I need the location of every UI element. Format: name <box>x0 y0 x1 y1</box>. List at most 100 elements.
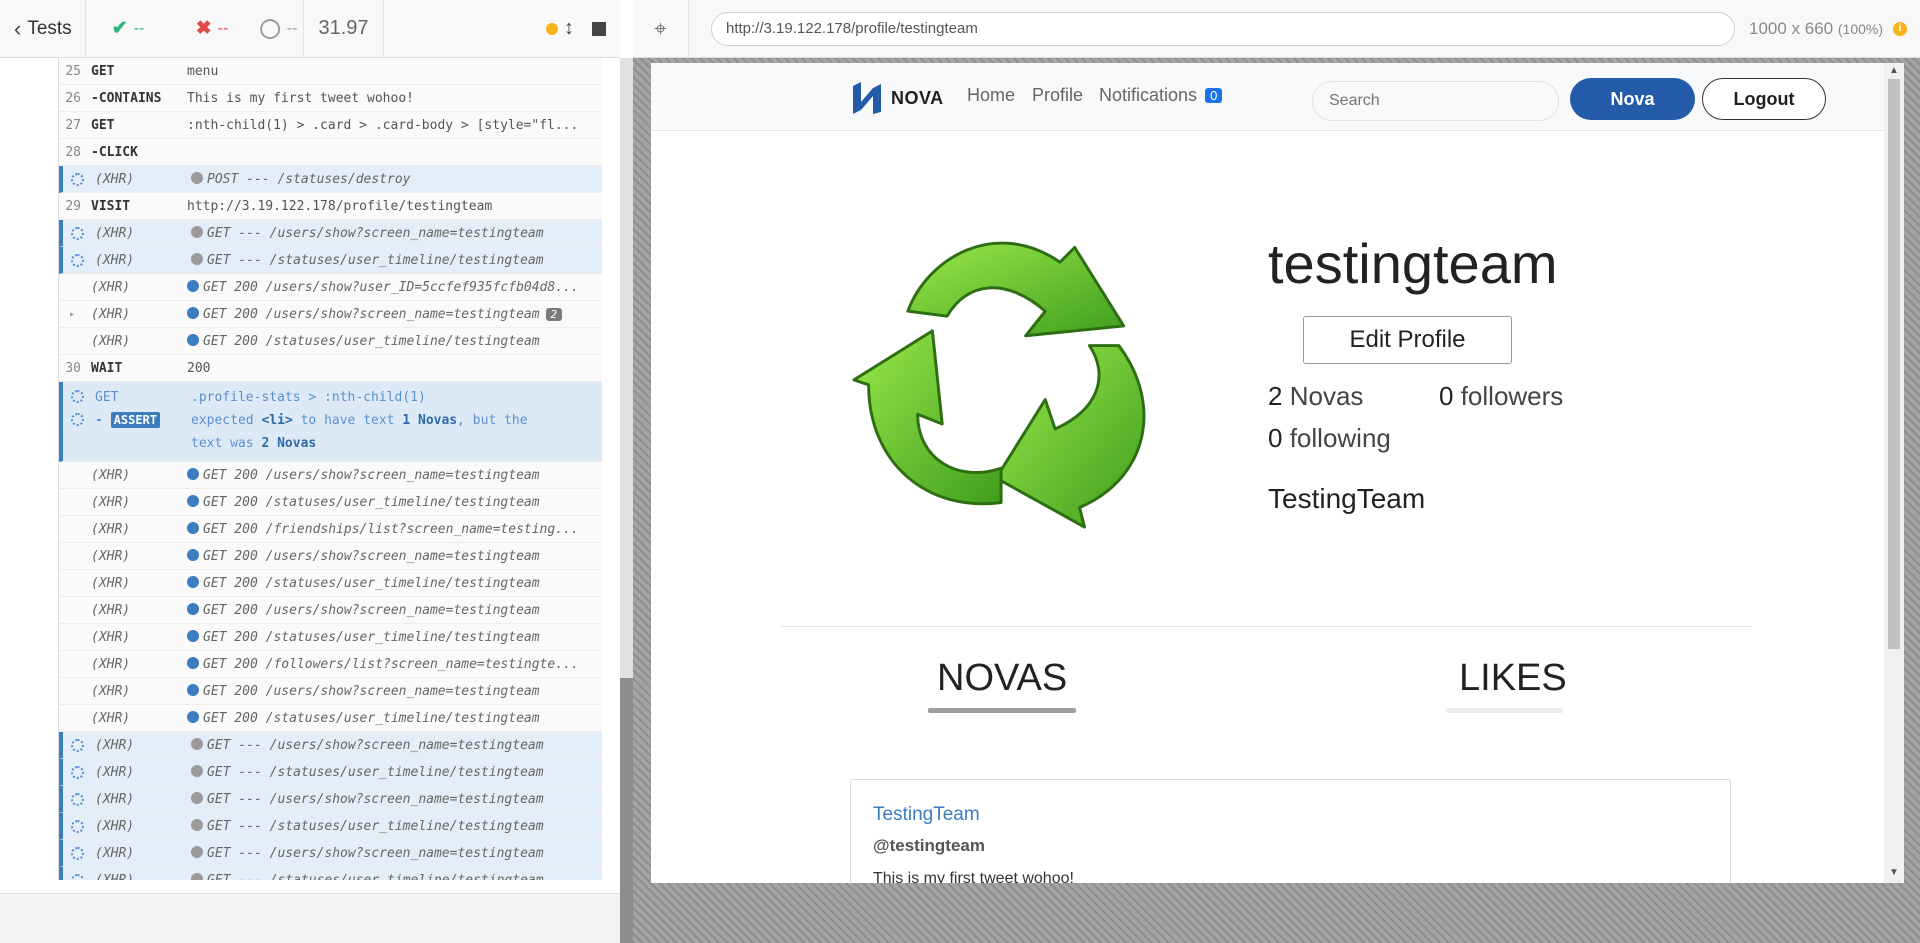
edit-profile-button[interactable]: Edit Profile <box>1303 316 1512 364</box>
command-message-text: GET 200 /statuses/user_timeline/testingt… <box>203 575 540 591</box>
xhr-status-dot-icon <box>187 306 199 319</box>
command-message-text: GET --- /users/show?screen_name=testingt… <box>207 791 544 807</box>
command-message: GET 200 /statuses/user_timeline/testingt… <box>187 333 602 349</box>
command-message-text: GET --- /statuses/user_timeline/testingt… <box>207 252 544 268</box>
command-name: (XHR) <box>91 333 131 349</box>
command-row[interactable]: (XHR) GET 200 /users/show?user_ID=5ccfef9… <box>59 274 602 301</box>
command-message: GET 200 /users/show?screen_name=testingt… <box>187 467 602 483</box>
autoscroll-icon[interactable]: ↕ <box>564 17 574 40</box>
command-row[interactable]: (XHR) GET 200 /users/show?screen_name=tes… <box>59 678 602 705</box>
command-row[interactable]: ▸ (XHR) GET 200 /users/show?screen_name=te… <box>59 301 602 328</box>
tests-button[interactable]: ‹ Tests <box>0 0 86 58</box>
assert-get-name: GET <box>95 390 119 405</box>
command-message-text: GET 200 /users/show?screen_name=testingt… <box>203 306 540 322</box>
xhr-status-dot-icon <box>187 629 199 642</box>
command-row[interactable]: (XHR) GET 200 /users/show?screen_name=tes… <box>59 597 602 624</box>
logout-button[interactable]: Logout <box>1702 78 1826 120</box>
xhr-status-dot-icon <box>187 333 199 346</box>
panel-splitter[interactable] <box>620 58 633 943</box>
command-message-text: :nth-child(1) > .card > .card-body > [st… <box>187 117 579 133</box>
assert-msg-part: text was <box>191 436 254 451</box>
command-name: (XHR) <box>95 791 135 807</box>
followers-label: followers <box>1460 381 1564 411</box>
nav-profile-link[interactable]: Profile <box>1032 85 1083 106</box>
stat-following[interactable]: 0 following <box>1268 423 1391 454</box>
command-row[interactable]: 25 GET menu <box>59 58 602 85</box>
command-name: (XHR) <box>91 548 131 564</box>
command-row[interactable]: (XHR) GET 200 /statuses/user_timeline/tes… <box>59 624 602 651</box>
assert-msg-part: expected <box>191 413 254 428</box>
pending-spinner-icon <box>63 819 91 833</box>
selector-playground-crosshair-icon[interactable]: ⌖ <box>633 0 689 58</box>
command-message-text: GET 200 /users/show?screen_name=testingt… <box>203 602 540 618</box>
scroll-up-icon[interactable]: ▲ <box>1889 65 1899 76</box>
command-row[interactable]: (XHR) GET 200 /statuses/user_timeline/tes… <box>59 570 602 597</box>
stat-followers[interactable]: 0 followers <box>1439 381 1563 412</box>
command-row[interactable]: 28 -CLICK <box>59 139 602 166</box>
command-row[interactable]: (XHR) POST --- /statuses/destroy <box>59 166 602 193</box>
command-row[interactable]: (XHR) GET --- /statuses/user_timeline/tes… <box>59 759 602 786</box>
command-row[interactable]: (XHR) GET 200 /followers/list?screen_name… <box>59 651 602 678</box>
app-scrollbar[interactable]: ▲ ▼ <box>1884 63 1904 883</box>
xhr-status-dot-icon <box>187 656 199 669</box>
command-row[interactable]: 26 -CONTAINS This is my first tweet wohoo! <box>59 85 602 112</box>
nav-home-link[interactable]: Home <box>967 85 1015 106</box>
reporter-scroll-thumb[interactable] <box>620 678 633 943</box>
tab-novas-underline <box>928 708 1076 713</box>
nav-notifications-link[interactable]: Notifications 0 <box>1099 85 1223 106</box>
command-message-text: GET 200 /users/show?screen_name=testingt… <box>203 548 540 564</box>
command-message-text: GET 200 /users/show?user_ID=5ccfef935fcf… <box>203 279 579 295</box>
command-name: (XHR) <box>91 575 131 591</box>
command-message: GET --- /statuses/user_timeline/testingt… <box>191 818 602 834</box>
command-name: (XHR) <box>95 764 135 780</box>
command-row[interactable]: (XHR) GET --- /statuses/user_timeline/tes… <box>59 247 602 274</box>
command-row[interactable]: (XHR) GET 200 /statuses/user_timeline/tes… <box>59 489 602 516</box>
command-row[interactable]: (XHR) GET 200 /users/show?screen_name=tes… <box>59 543 602 570</box>
xhr-status-dot-icon <box>191 818 203 831</box>
command-row[interactable]: (XHR) GET 200 /statuses/user_timeline/tes… <box>59 705 602 732</box>
command-row[interactable]: (XHR) GET --- /statuses/user_timeline/tes… <box>59 867 602 880</box>
command-row[interactable]: (XHR) GET 200 /friendships/list?screen_na… <box>59 516 602 543</box>
command-row[interactable]: (XHR) GET --- /users/show?screen_name=tes… <box>59 220 602 247</box>
command-name: (XHR) <box>91 683 131 699</box>
command-message: GET --- /users/show?screen_name=testingt… <box>191 225 602 241</box>
nova-logo[interactable]: NOVA <box>849 80 944 116</box>
scroll-down-icon[interactable]: ▼ <box>1889 867 1899 878</box>
nova-button[interactable]: Nova <box>1570 78 1695 120</box>
tab-novas[interactable]: NOVAS <box>937 657 1067 700</box>
command-row[interactable]: (XHR) GET --- /users/show?screen_name=tes… <box>59 786 602 813</box>
app-navbar: NOVA Home Profile Notifications 0 Nova L… <box>651 63 1888 131</box>
assert-failure-block[interactable]: GET .profile-stats > :nth-child(1) - ASSER… <box>59 382 602 462</box>
command-row[interactable]: (XHR) GET 200 /users/show?screen_name=tes… <box>59 462 602 489</box>
command-number: 25 <box>65 63 81 79</box>
info-icon[interactable]: i <box>1893 21 1908 36</box>
divider <box>781 626 1752 627</box>
following-count: 0 <box>1268 423 1283 453</box>
command-name: WAIT <box>91 360 123 376</box>
command-row[interactable]: 30 WAIT 200 <box>59 355 602 382</box>
spinner-icon <box>70 846 84 860</box>
search-input[interactable] <box>1312 81 1559 121</box>
notifications-badge: 0 <box>1205 88 1223 103</box>
command-row[interactable]: (XHR) GET --- /statuses/user_timeline/tes… <box>59 813 602 840</box>
command-row[interactable]: (XHR) GET --- /users/show?screen_name=tes… <box>59 732 602 759</box>
url-bar[interactable]: http://3.19.122.178/profile/testingteam <box>711 11 1735 46</box>
command-name: (XHR) <box>91 656 131 672</box>
command-message: http://3.19.122.178/profile/testingteam <box>187 199 602 214</box>
command-message-text: GET 200 /statuses/user_timeline/testingt… <box>203 333 540 349</box>
viewport-zoom: (100%) <box>1837 20 1884 37</box>
novas-label: Novas <box>1289 381 1364 411</box>
command-row[interactable]: 27 GET:nth-child(1) > .card > .card-body … <box>59 112 602 139</box>
stop-icon[interactable] <box>592 21 606 36</box>
app-scroll-thumb[interactable] <box>1888 79 1900 649</box>
command-message: GET 200 /users/show?screen_name=testingt… <box>187 306 602 322</box>
tab-likes[interactable]: LIKES <box>1459 657 1567 700</box>
assert-msg-part: to have text <box>300 413 395 428</box>
command-message: GET 200 /statuses/user_timeline/testingt… <box>187 629 602 645</box>
command-row[interactable]: (XHR) GET 200 /statuses/user_timeline/tes… <box>59 328 602 355</box>
expand-caret-icon[interactable]: ▸ <box>69 309 75 320</box>
command-row[interactable]: (XHR) GET --- /users/show?screen_name=tes… <box>59 840 602 867</box>
spinner-icon <box>70 765 84 779</box>
command-row[interactable]: 29 VISIT http://3.19.122.178/profile/testi… <box>59 193 602 220</box>
tweet-author-name[interactable]: TestingTeam <box>873 804 980 826</box>
